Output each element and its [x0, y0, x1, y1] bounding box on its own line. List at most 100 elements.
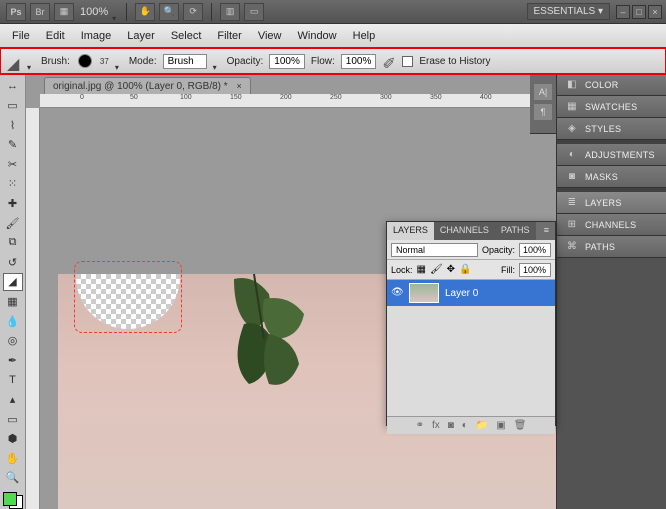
pen-tool[interactable]: ✒ — [3, 352, 23, 370]
new-layer-icon[interactable]: ▣ — [496, 420, 505, 431]
crop-tool[interactable]: ✂ — [3, 155, 23, 173]
eraser-tool[interactable]: ◢ — [3, 273, 23, 291]
screen-mode-icon[interactable]: ▦ — [54, 3, 74, 21]
bridge-icon[interactable]: Br — [30, 3, 50, 21]
lock-pixels-icon[interactable]: 🖌 — [430, 264, 443, 275]
layer-row[interactable]: 👁 Layer 0 — [387, 280, 555, 306]
layers-footer: ⚭ fx ◙ ◐ 📁 ▣ 🗑 — [387, 416, 555, 434]
mode-label: Mode: — [129, 56, 157, 67]
mode-select[interactable]: Brush — [163, 54, 207, 69]
move-tool[interactable]: ↔ — [3, 77, 23, 95]
zoom-tool[interactable]: 🔍 — [3, 469, 23, 487]
layer-mask-icon[interactable]: ◙ — [448, 420, 454, 431]
panel-paths[interactable]: ⌘PATHS — [557, 236, 666, 258]
opacity-input[interactable]: 100% — [269, 54, 305, 69]
chevron-down-icon[interactable] — [213, 57, 221, 65]
delete-layer-icon[interactable]: 🗑 — [514, 420, 527, 431]
shape-tool[interactable]: ▭ — [3, 410, 23, 428]
hand-tool-icon[interactable]: ✋ — [135, 3, 155, 21]
chevron-down-icon[interactable] — [112, 8, 120, 16]
minimize-button[interactable]: – — [616, 5, 630, 19]
history-brush-tool[interactable]: ↺ — [3, 253, 23, 271]
layer-fill-input[interactable]: 100% — [519, 263, 551, 277]
menu-view[interactable]: View — [252, 27, 288, 45]
lasso-tool[interactable]: ⌇ — [3, 116, 23, 134]
layer-name[interactable]: Layer 0 — [445, 288, 478, 299]
lock-all-icon[interactable]: 🔒 — [459, 264, 471, 275]
menu-filter[interactable]: Filter — [211, 27, 247, 45]
blur-tool[interactable]: 💧 — [3, 312, 23, 330]
hand-tool[interactable]: ✋ — [3, 450, 23, 468]
menu-edit[interactable]: Edit — [40, 27, 71, 45]
panel-channels[interactable]: ⊞CHANNELS — [557, 214, 666, 236]
panel-menu-icon[interactable]: ≡ — [538, 222, 555, 240]
adjustment-layer-icon[interactable]: ◐ — [462, 420, 468, 431]
right-dock: ◧COLOR ▦SWATCHES ◈STYLES ◐ADJUSTMENTS ◙M… — [556, 74, 666, 509]
rotate-view-icon[interactable]: ⟳ — [183, 3, 203, 21]
tab-paths[interactable]: PATHS — [495, 222, 536, 240]
menu-select[interactable]: Select — [165, 27, 208, 45]
screen-mode-icon[interactable]: ▭ — [244, 3, 264, 21]
layers-list[interactable] — [387, 306, 555, 416]
dodge-tool[interactable]: ◎ — [3, 332, 23, 350]
panel-layers[interactable]: ≣LAYERS — [557, 192, 666, 214]
character-panel-icon[interactable]: A| — [534, 84, 552, 100]
eraser-tool-icon: ◢ — [7, 54, 21, 68]
blend-mode-select[interactable]: Normal — [391, 243, 478, 257]
flow-input[interactable]: 100% — [341, 54, 377, 69]
ruler-mark: 200 — [280, 94, 292, 101]
path-select-tool[interactable]: ▴ — [3, 391, 23, 409]
gradient-tool[interactable]: ▦ — [3, 293, 23, 311]
arrange-docs-icon[interactable]: ▥ — [220, 3, 240, 21]
erase-history-checkbox[interactable] — [402, 56, 413, 67]
tab-layers[interactable]: LAYERS — [387, 222, 434, 240]
workspace-switcher[interactable]: ESSENTIALS ▾ — [527, 3, 611, 20]
lock-transparency-icon[interactable]: ▦ — [417, 264, 426, 275]
zoom-level[interactable]: 100% — [80, 6, 108, 18]
panel-adjustments[interactable]: ◐ADJUSTMENTS — [557, 144, 666, 166]
brush-size: 37 — [100, 57, 109, 66]
stamp-tool[interactable]: ⧉ — [3, 234, 23, 252]
menu-layer[interactable]: Layer — [121, 27, 161, 45]
title-bar: Ps Br ▦ 100% ✋ 🔍 ⟳ ▥ ▭ ESSENTIALS ▾ – □ … — [0, 0, 666, 24]
chevron-down-icon[interactable] — [27, 57, 35, 65]
link-layers-icon[interactable]: ⚭ — [416, 420, 424, 431]
healing-tool[interactable]: ✚ — [3, 195, 23, 213]
visibility-toggle-icon[interactable]: 👁 — [391, 287, 403, 299]
marquee-tool[interactable]: ▭ — [3, 97, 23, 115]
panel-masks[interactable]: ◙MASKS — [557, 166, 666, 188]
brush-preview-icon[interactable] — [78, 54, 92, 68]
zoom-tool-icon[interactable]: 🔍 — [159, 3, 179, 21]
color-swatch[interactable] — [3, 492, 23, 509]
3d-tool[interactable]: ⬢ — [3, 430, 23, 448]
menu-file[interactable]: File — [6, 27, 36, 45]
menu-image[interactable]: Image — [75, 27, 118, 45]
menu-window[interactable]: Window — [292, 27, 343, 45]
layer-style-icon[interactable]: fx — [432, 420, 440, 431]
maximize-button[interactable]: □ — [632, 5, 646, 19]
close-tab-icon[interactable]: × — [236, 81, 241, 91]
layers-icon: ≣ — [565, 197, 579, 209]
airbrush-icon[interactable]: ✐ — [382, 54, 396, 68]
type-tool[interactable]: T — [3, 371, 23, 389]
close-button[interactable]: × — [648, 5, 662, 19]
app-logo[interactable]: Ps — [6, 3, 26, 21]
paragraph-panel-icon[interactable]: ¶ — [534, 104, 552, 120]
erase-history-label: Erase to History — [419, 56, 490, 67]
panel-swatches[interactable]: ▦SWATCHES — [557, 96, 666, 118]
panel-color[interactable]: ◧COLOR — [557, 74, 666, 96]
tab-channels[interactable]: CHANNELS — [434, 222, 495, 240]
document-tab[interactable]: original.jpg @ 100% (Layer 0, RGB/8) * × — [44, 77, 251, 94]
brush-tool[interactable]: 🖌 — [3, 214, 23, 232]
opacity-label: Opacity: — [482, 245, 515, 255]
quick-select-tool[interactable]: ✎ — [3, 136, 23, 154]
layer-opacity-input[interactable]: 100% — [519, 243, 551, 257]
layer-thumbnail[interactable] — [409, 283, 439, 303]
chevron-down-icon[interactable] — [115, 57, 123, 65]
group-icon[interactable]: 📁 — [476, 420, 488, 431]
menu-help[interactable]: Help — [347, 27, 382, 45]
lock-position-icon[interactable]: ✥ — [447, 264, 455, 275]
eyedropper-tool[interactable]: ⁙ — [3, 175, 23, 193]
panel-styles[interactable]: ◈STYLES — [557, 118, 666, 140]
ruler-mark: 150 — [230, 94, 242, 101]
